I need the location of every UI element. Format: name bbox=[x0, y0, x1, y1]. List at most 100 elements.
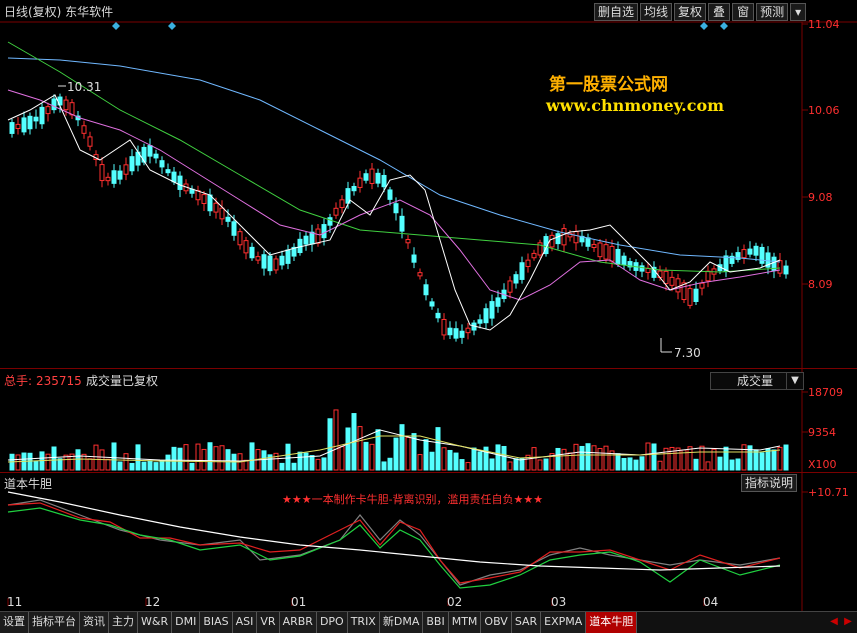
candle bbox=[573, 224, 579, 251]
candle bbox=[255, 251, 261, 265]
candle-body bbox=[669, 276, 675, 286]
tab-main-force[interactable]: 主力 bbox=[109, 612, 138, 633]
volume-bar bbox=[15, 454, 21, 471]
chart-canvas bbox=[0, 21, 857, 611]
candle-body bbox=[231, 221, 237, 236]
candle bbox=[207, 188, 213, 217]
volume-bar bbox=[717, 456, 723, 471]
candle-body bbox=[321, 224, 327, 239]
volume-bar bbox=[777, 446, 783, 471]
candle-body bbox=[51, 98, 57, 111]
candle-body bbox=[693, 288, 699, 302]
candle-body bbox=[159, 160, 165, 168]
volume-bar bbox=[489, 458, 495, 471]
candle bbox=[429, 298, 435, 310]
candle bbox=[291, 243, 297, 262]
tab-asi[interactable]: ASI bbox=[232, 612, 258, 633]
candle-body bbox=[213, 202, 219, 213]
volume-bar bbox=[261, 450, 267, 471]
x-axis-label: 11 bbox=[7, 595, 23, 609]
volume-bar bbox=[321, 457, 327, 471]
tab-news[interactable]: 资讯 bbox=[80, 612, 109, 633]
candle-body bbox=[27, 115, 33, 130]
tab-dmi[interactable]: DMI bbox=[172, 612, 201, 633]
candle-body bbox=[273, 258, 279, 271]
price-axis-label: 9.08 bbox=[808, 191, 833, 204]
volume-bar bbox=[93, 444, 99, 471]
volume-bar bbox=[315, 458, 321, 471]
tab-bbi[interactable]: BBI bbox=[423, 612, 449, 633]
candle bbox=[765, 246, 771, 275]
candle bbox=[711, 265, 717, 282]
x-axis-ticks bbox=[7, 598, 705, 606]
volume-bar bbox=[579, 445, 585, 471]
candle bbox=[51, 94, 57, 114]
volume-bar bbox=[333, 409, 339, 471]
dropdown-arrow-icon[interactable]: ▼ bbox=[786, 372, 804, 390]
candle bbox=[483, 303, 489, 330]
candle bbox=[417, 268, 423, 280]
tab-mtm[interactable]: MTM bbox=[448, 612, 482, 633]
candle-body bbox=[465, 327, 471, 334]
volume-bar bbox=[741, 444, 747, 471]
candle-body bbox=[447, 327, 453, 336]
volume-bar bbox=[147, 460, 153, 471]
candle bbox=[735, 246, 741, 263]
tab-bias[interactable]: BIAS bbox=[200, 612, 233, 633]
price-candles bbox=[9, 93, 789, 344]
tab-new-dma[interactable]: 新DMA bbox=[379, 612, 424, 633]
volume-bar bbox=[621, 457, 627, 471]
candle-body bbox=[255, 256, 261, 261]
volume-bar bbox=[693, 458, 699, 471]
candle-body bbox=[573, 231, 579, 244]
tab-wr[interactable]: W&R bbox=[138, 612, 173, 633]
candle bbox=[585, 233, 591, 251]
indicator-help-button[interactable]: 指标说明 bbox=[741, 474, 798, 492]
candle-body bbox=[483, 308, 489, 324]
volume-bar bbox=[633, 459, 639, 471]
candle-body bbox=[111, 170, 117, 184]
tab-vr[interactable]: VR bbox=[257, 612, 280, 633]
x-axis-label: 03 bbox=[551, 595, 567, 609]
volume-bar bbox=[555, 447, 561, 471]
tab-indicator-platform[interactable]: 指标平台 bbox=[29, 612, 80, 633]
candle bbox=[81, 120, 87, 139]
volume-bar bbox=[345, 427, 351, 471]
volume-bar bbox=[399, 424, 405, 471]
tab-trix[interactable]: TRIX bbox=[347, 612, 380, 633]
candle bbox=[39, 103, 45, 129]
candle-body bbox=[531, 252, 537, 259]
tab-arbr[interactable]: ARBR bbox=[279, 612, 317, 633]
candle-body bbox=[285, 249, 291, 264]
indicator-red-line bbox=[7, 502, 781, 584]
candle bbox=[111, 164, 117, 188]
candle bbox=[501, 283, 507, 303]
volume-bar bbox=[33, 460, 39, 471]
tab-obv[interactable]: OBV bbox=[481, 612, 512, 633]
candle bbox=[591, 239, 597, 253]
indicator-tab-bar: 设置 指标平台 资讯 主力 W&R DMI BIAS ASI VR ARBR D… bbox=[0, 611, 857, 633]
candle bbox=[21, 111, 27, 136]
tab-dpo[interactable]: DPO bbox=[316, 612, 348, 633]
panel-divider bbox=[0, 368, 857, 369]
volume-bar bbox=[501, 445, 507, 471]
candle-body bbox=[165, 169, 171, 174]
candle-body bbox=[615, 248, 621, 264]
candle bbox=[405, 234, 411, 249]
candle bbox=[303, 232, 309, 251]
candle bbox=[729, 252, 735, 268]
tab-daoben-niudan[interactable]: 道本牛胆 bbox=[586, 612, 638, 633]
scroll-right-icon[interactable]: ▶ bbox=[841, 612, 855, 631]
tab-expma[interactable]: EXPMA bbox=[541, 612, 587, 633]
volume-bar bbox=[495, 444, 501, 471]
candle-body bbox=[657, 270, 663, 279]
candle-body bbox=[153, 153, 159, 159]
candle bbox=[411, 247, 417, 269]
tab-settings[interactable]: 设置 bbox=[0, 612, 29, 633]
candle-body bbox=[519, 262, 525, 280]
candle bbox=[69, 99, 75, 119]
scroll-left-icon[interactable]: ◀ bbox=[827, 612, 841, 631]
candle-body bbox=[351, 185, 357, 192]
tab-sar[interactable]: SAR bbox=[511, 612, 542, 633]
volume-bar bbox=[675, 447, 681, 471]
